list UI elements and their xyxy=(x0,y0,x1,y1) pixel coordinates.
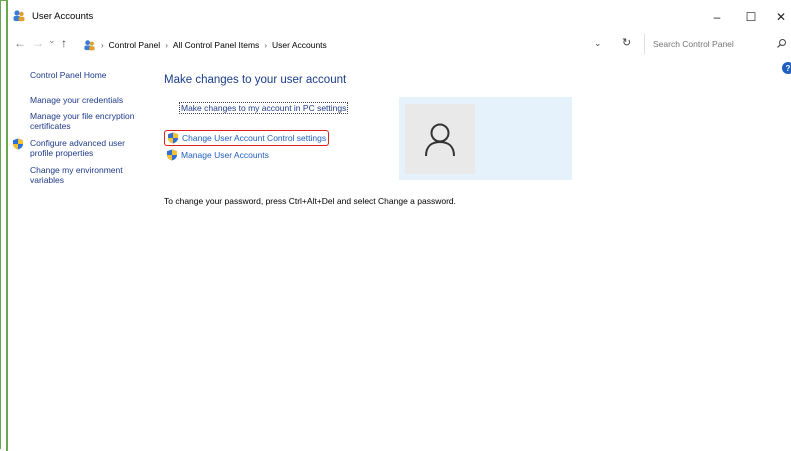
up-button[interactable]: ↑ xyxy=(61,36,67,50)
nav-advanced-profile-properties[interactable]: Configure advanced user profile properti… xyxy=(30,138,148,158)
search-icon[interactable] xyxy=(776,38,787,49)
breadcrumb-separator: › xyxy=(264,40,267,50)
nav-environment-variables[interactable]: Change my environment variables xyxy=(30,165,148,185)
avatar xyxy=(405,104,475,174)
uac-settings-highlight: Change User Account Control settings xyxy=(164,130,329,146)
back-button[interactable]: ← xyxy=(14,36,26,50)
users-icon xyxy=(13,10,25,22)
address-bar[interactable]: › Control Panel › All Control Panel Item… xyxy=(80,34,622,56)
user-avatar-icon xyxy=(425,123,455,157)
uac-settings-link[interactable]: Change User Account Control settings xyxy=(182,133,326,143)
breadcrumb-all-items[interactable]: All Control Panel Items xyxy=(173,40,259,50)
address-dropdown-button[interactable]: ⌄ xyxy=(594,38,602,49)
uac-shield-icon xyxy=(168,132,178,144)
help-icon[interactable]: ? xyxy=(782,62,791,74)
password-instructions: To change your password, press Ctrl+Alt+… xyxy=(164,196,456,206)
window-frame xyxy=(0,0,789,449)
refresh-button[interactable]: ↻ xyxy=(622,36,631,49)
nav-file-encryption[interactable]: Manage your file encryption certificates xyxy=(30,111,148,131)
pc-settings-link[interactable]: Make changes to my account in PC setting… xyxy=(179,102,349,114)
nav-control-panel-home[interactable]: Control Panel Home xyxy=(30,70,107,80)
search-box[interactable] xyxy=(644,34,791,54)
window-edge xyxy=(6,0,8,451)
breadcrumb-user-accounts[interactable]: User Accounts xyxy=(272,40,327,50)
uac-shield-icon xyxy=(13,138,23,150)
breadcrumb-separator: › xyxy=(165,40,168,50)
page-title: Make changes to your user account xyxy=(164,74,347,86)
manage-user-accounts-link[interactable]: Manage User Accounts xyxy=(181,150,269,160)
forward-button[interactable]: → xyxy=(32,36,44,50)
close-button[interactable]: ✕ xyxy=(758,4,791,30)
uac-shield-icon xyxy=(167,149,177,161)
title-bar: User Accounts – ☐ ✕ xyxy=(8,0,791,32)
window-title: User Accounts xyxy=(32,11,94,22)
user-account-panel xyxy=(399,97,572,180)
search-input[interactable] xyxy=(651,38,773,50)
breadcrumb-separator: › xyxy=(101,40,104,50)
nav-manage-credentials[interactable]: Manage your credentials xyxy=(30,95,123,105)
users-icon xyxy=(84,39,95,50)
address-row: ← → ⌄ ↑ › Control Panel › All Control Pa… xyxy=(8,32,791,56)
breadcrumb-control-panel[interactable]: Control Panel xyxy=(109,40,161,50)
recent-locations-button[interactable]: ⌄ xyxy=(48,35,56,46)
